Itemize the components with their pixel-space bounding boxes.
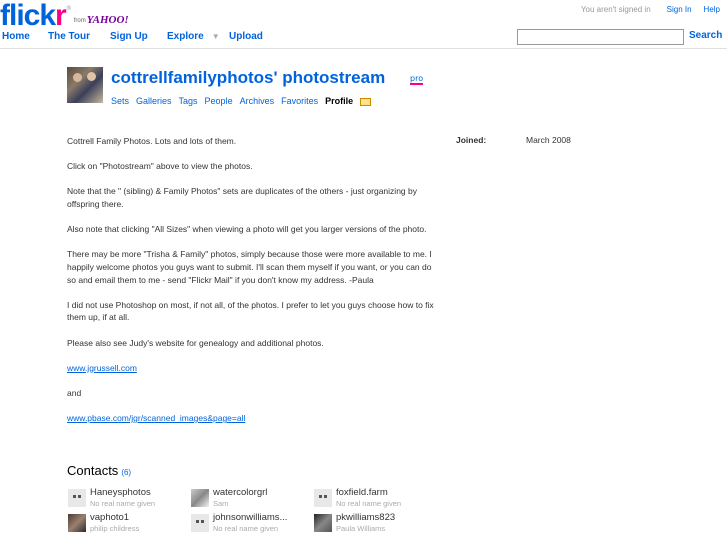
nav-the-tour[interactable]: The Tour: [48, 31, 90, 42]
logo-registered: ®: [65, 5, 72, 12]
description-paragraph: There may be more "Trisha & Family" phot…: [67, 249, 432, 285]
main-nav: Home The Tour Sign Up Explore ▼ Upload Se…: [0, 27, 727, 49]
contact-item[interactable]: pkwilliams823 Paula Williams: [314, 512, 434, 536]
contact-name[interactable]: pkwilliams823: [336, 512, 395, 523]
search-input[interactable]: [517, 29, 684, 45]
nav-sign-up[interactable]: Sign Up: [110, 31, 148, 42]
contact-avatar[interactable]: [68, 514, 86, 532]
contact-avatar[interactable]: [314, 514, 332, 532]
search-button[interactable]: Search: [689, 30, 722, 41]
contact-name[interactable]: vaphoto1: [90, 512, 129, 523]
signin-area: You aren't signed in Sign In Help: [581, 5, 720, 14]
chevron-down-icon[interactable]: ▼: [212, 32, 220, 41]
contact-avatar[interactable]: [68, 489, 86, 507]
contact-name[interactable]: johnsonwilliams...: [213, 512, 287, 523]
description-paragraph: I did not use Photoshop on most, if not …: [67, 299, 434, 323]
subnav-archives[interactable]: Archives: [240, 96, 275, 106]
subnav-favorites[interactable]: Favorites: [281, 96, 318, 106]
contact-realname: Paula Williams: [336, 524, 386, 533]
help-link[interactable]: Help: [704, 5, 720, 14]
signin-link[interactable]: Sign In: [667, 5, 692, 14]
contacts-title: Contacts: [67, 463, 119, 478]
subnav-sets[interactable]: Sets: [111, 96, 129, 106]
nav-upload[interactable]: Upload: [229, 31, 263, 42]
contact-realname: No real name given: [213, 524, 279, 533]
contact-realname: No real name given: [336, 499, 402, 508]
contacts-count[interactable]: (6): [121, 468, 131, 477]
buddy-icon-avatar[interactable]: [67, 67, 103, 103]
page-title[interactable]: cottrellfamilyphotos' photostream: [111, 68, 385, 88]
logo-from: from: [73, 18, 86, 24]
yahoo-logo: YAHOO!: [86, 14, 129, 26]
contact-avatar[interactable]: [191, 514, 209, 532]
and-text: and: [67, 387, 82, 398]
profile-subnav: Sets Galleries Tags People Archives Favo…: [111, 96, 372, 106]
pro-badge[interactable]: pro: [410, 74, 424, 85]
description-paragraph: Note that the " (sibling) & Family Photo…: [67, 186, 417, 209]
contact-name[interactable]: watercolorgrl: [213, 487, 267, 498]
subnav-galleries[interactable]: Galleries: [136, 96, 172, 106]
contact-avatar[interactable]: [191, 489, 209, 507]
contact-item[interactable]: Haneysphotos No real name given: [68, 487, 188, 511]
contact-item[interactable]: foxfield.farm No real name given: [314, 487, 434, 511]
contact-name[interactable]: Haneysphotos: [90, 487, 151, 498]
contact-name[interactable]: foxfield.farm: [336, 487, 388, 498]
contact-item[interactable]: johnsonwilliams... No real name given: [191, 512, 311, 536]
nav-home[interactable]: Home: [2, 31, 30, 42]
mail-icon[interactable]: [360, 98, 372, 106]
website-link-jgrussell[interactable]: www.jgrussell.com: [67, 363, 137, 373]
contact-realname: philip childress: [90, 524, 140, 533]
website-link-pbase[interactable]: www.pbase.com/jgr/scanned_images&page=al…: [67, 413, 245, 423]
description-paragraph: Please also see Judy's website for genea…: [67, 337, 324, 348]
profile-description: Cottrell Family Photos. Lots and lots of…: [67, 135, 442, 437]
flickr-logo[interactable]: flickr ® from YAHOO!: [0, 1, 129, 31]
description-paragraph: Also note that clicking "All Sizes" when…: [67, 224, 427, 235]
subnav-people[interactable]: People: [205, 96, 233, 106]
nav-explore-label: Explore: [167, 31, 204, 42]
contact-item[interactable]: vaphoto1 philip childress: [68, 512, 188, 536]
subnav-tags[interactable]: Tags: [179, 96, 198, 106]
nav-explore[interactable]: Explore ▼: [167, 31, 220, 42]
joined-value: March 2008: [526, 135, 571, 145]
contact-realname: Sam: [213, 499, 229, 508]
contact-realname: No real name given: [90, 499, 156, 508]
description-paragraph: Cottrell Family Photos. Lots and lots of…: [67, 136, 237, 146]
joined-label: Joined:: [456, 135, 487, 145]
subnav-profile: Profile: [325, 96, 354, 106]
signin-status: You aren't signed in: [580, 5, 651, 14]
contact-item[interactable]: watercolorgrl Sam: [191, 487, 311, 511]
contact-avatar[interactable]: [314, 489, 332, 507]
description-paragraph: Click on "Photostream" above to view the…: [67, 161, 253, 172]
contacts-heading: Contacts (6): [67, 463, 131, 478]
